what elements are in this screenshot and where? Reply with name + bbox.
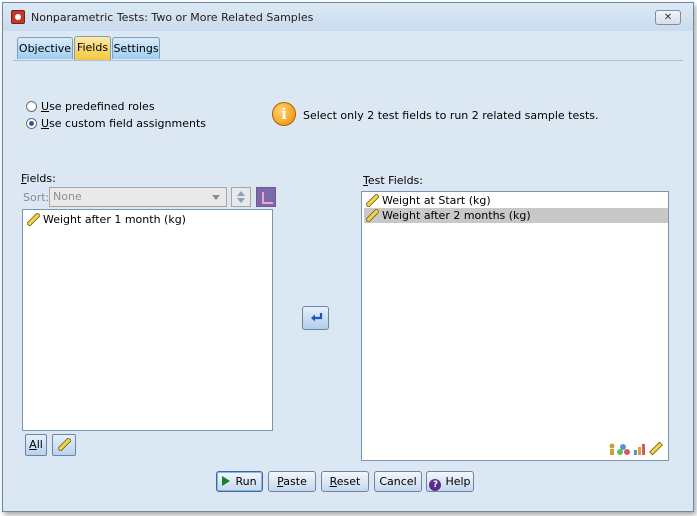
arrow-left-icon (311, 313, 323, 322)
radio-button-checked[interactable] (26, 118, 37, 129)
fields-list-footer: All (22, 431, 273, 460)
scale-ruler-icon (366, 209, 379, 222)
tab-settings[interactable]: Settings (112, 37, 160, 59)
scale-filter-button[interactable] (52, 434, 76, 456)
field-type-legend (608, 441, 664, 458)
mnemonic-char: U (41, 117, 50, 130)
scale-ruler-icon (27, 213, 40, 226)
arrow-up-icon (237, 191, 245, 196)
test-fields-label: Test Fields: (363, 174, 423, 187)
mnemonic-char: R (329, 475, 337, 488)
list-item[interactable]: Weight after 1 month (kg) (25, 212, 186, 227)
measurement-level-icons (609, 441, 663, 456)
select-all-button[interactable]: All (25, 434, 47, 456)
help-icon: ? (429, 479, 442, 491)
tab-fields[interactable]: Fields (74, 36, 111, 60)
sort-row: Sort: None (22, 187, 276, 209)
help-button[interactable]: ? Help (426, 471, 474, 492)
field-name: Weight after 2 months (kg) (382, 209, 531, 222)
radio-predefined-roles[interactable]: Use predefined roles (26, 99, 155, 115)
field-name: Weight after 1 month (kg) (43, 213, 186, 226)
close-button[interactable]: ✕ (655, 10, 681, 25)
sort-order-button[interactable] (231, 187, 251, 207)
button-label: Cancel (379, 475, 417, 488)
button-label: Help (445, 475, 471, 488)
test-fields-listbox[interactable]: Weight at Start (kg) Weight after 2 mont… (361, 191, 669, 461)
sort-label: Sort: (23, 191, 50, 204)
fields-listbox[interactable]: Weight after 1 month (kg) (22, 209, 273, 431)
scale-ruler-icon (366, 194, 379, 207)
field-name: Weight at Start (kg) (382, 194, 491, 207)
info-icon: i (272, 102, 296, 126)
label-text: est Fields: (367, 174, 423, 187)
label-text: ields: (26, 172, 56, 185)
cancel-button[interactable]: Cancel (374, 471, 422, 492)
app-icon (11, 10, 25, 24)
radio-custom-assignments[interactable]: Use custom field assignments (26, 116, 206, 132)
list-item[interactable]: Weight at Start (kg) (364, 193, 668, 208)
button-label: Run (235, 475, 257, 488)
scale-ruler-icon (56, 437, 72, 452)
chevron-down-icon (212, 195, 220, 200)
move-field-button[interactable] (302, 306, 329, 330)
sort-dropdown[interactable]: None (49, 187, 227, 207)
reset-button[interactable]: Reset (321, 471, 369, 492)
fields-label: Fields: (21, 172, 56, 185)
radio-label: se custom field assignments (49, 117, 207, 130)
dialog-window: Nonparametric Tests: Two or More Related… (2, 2, 694, 512)
title-bar: Nonparametric Tests: Two or More Related… (3, 3, 693, 31)
radio-button[interactable] (26, 101, 37, 112)
list-item-selected[interactable]: Weight after 2 months (kg) (364, 208, 668, 223)
fields-tab-content: Use predefined roles Use custom field as… (13, 60, 683, 464)
sort-value: None (53, 190, 82, 203)
button-label: eset (336, 475, 361, 488)
radio-label: se predefined roles (49, 100, 155, 113)
arrow-down-icon (237, 198, 245, 203)
paste-button[interactable]: Paste (268, 471, 316, 492)
button-label: ll (36, 438, 43, 451)
mnemonic-char: A (29, 438, 37, 451)
play-icon (222, 476, 231, 486)
tab-objective[interactable]: Objective (17, 37, 73, 59)
mnemonic-char: U (41, 100, 50, 113)
run-button[interactable]: Run (216, 471, 263, 492)
button-label: aste (283, 475, 307, 488)
window-title: Nonparametric Tests: Two or More Related… (31, 11, 314, 24)
custom-sort-icon[interactable] (256, 187, 276, 207)
info-message: Select only 2 test fields to run 2 relat… (303, 109, 599, 122)
